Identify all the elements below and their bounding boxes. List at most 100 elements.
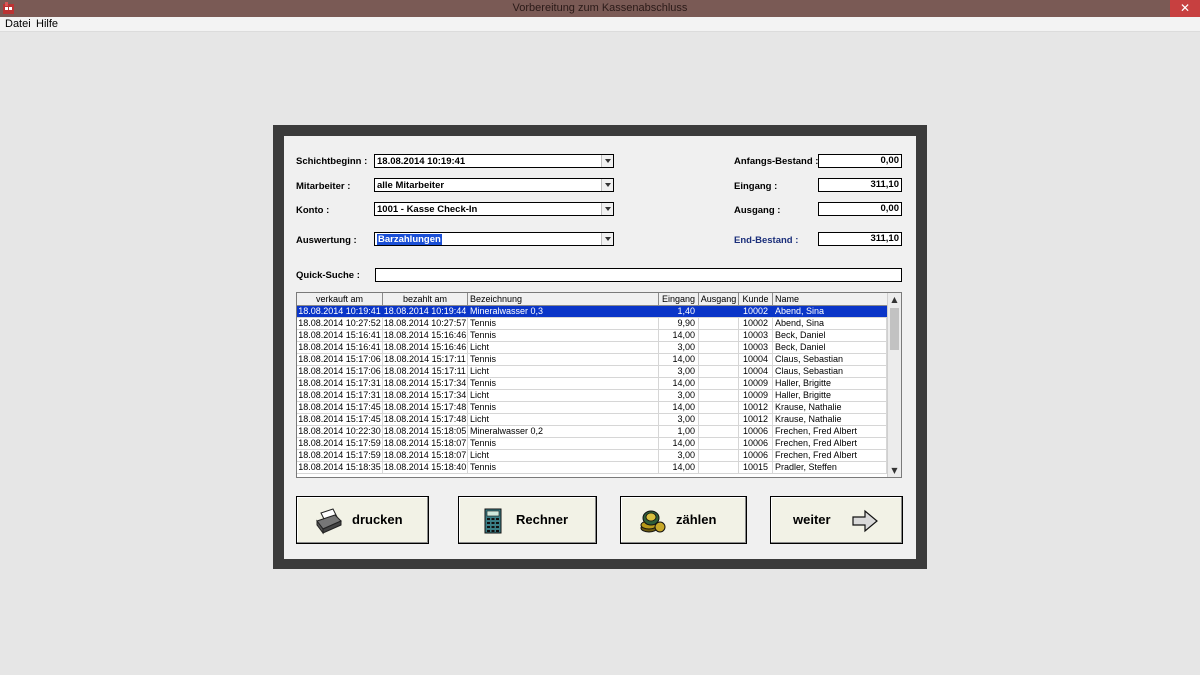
cell-verkauft-am: 18.08.2014 15:16:41 (297, 342, 383, 353)
next-button[interactable]: weiter (770, 496, 903, 544)
arrow-right-icon (852, 509, 878, 533)
cell-kunde: 10009 (739, 390, 773, 401)
cell-eingang: 14,00 (659, 462, 699, 473)
scroll-up-icon[interactable]: ▲ (888, 293, 901, 306)
cell-ausgang (699, 414, 739, 425)
print-button[interactable]: drucken (296, 496, 429, 544)
table-row[interactable]: 18.08.2014 15:17:06 18.08.2014 15:17:11 Li… (297, 366, 887, 378)
cell-name: Abend, Sina (773, 306, 887, 317)
cell-bezeichnung: Tennis (468, 318, 659, 329)
cell-bezeichnung: Licht (468, 414, 659, 425)
cell-verkauft-am: 18.08.2014 15:17:59 (297, 438, 383, 449)
cell-kunde: 10012 (739, 402, 773, 413)
cell-verkauft-am: 18.08.2014 15:17:45 (297, 402, 383, 413)
scroll-thumb[interactable] (890, 308, 899, 350)
table-row[interactable]: 18.08.2014 10:19:41 18.08.2014 10:19:44 Mi… (297, 306, 887, 318)
anfangs-bestand-value: 0,00 (818, 154, 902, 168)
ausgang-label: Ausgang : (734, 205, 781, 216)
table-row[interactable]: 18.08.2014 15:17:59 18.08.2014 15:18:07 Te… (297, 438, 887, 450)
table-row[interactable]: 18.08.2014 15:17:59 18.08.2014 15:18:07 Li… (297, 450, 887, 462)
cell-verkauft-am: 18.08.2014 15:18:35 (297, 462, 383, 473)
close-button[interactable]: ✕ (1170, 0, 1200, 17)
count-button[interactable]: zählen (620, 496, 747, 544)
cell-bezeichnung: Tennis (468, 330, 659, 341)
window-title: Vorbereitung zum Kassenabschluss (512, 2, 688, 14)
cell-verkauft-am: 18.08.2014 15:17:45 (297, 414, 383, 425)
cell-bezahlt-am: 18.08.2014 15:17:11 (383, 354, 468, 365)
cell-kunde: 10002 (739, 318, 773, 329)
cell-bezahlt-am: 18.08.2014 15:18:40 (383, 462, 468, 473)
cell-eingang: 3,00 (659, 390, 699, 401)
konto-value: 1001 - Kasse Check-In (377, 204, 478, 215)
count-label: zählen (676, 512, 717, 527)
cell-name: Abend, Sina (773, 318, 887, 329)
table-row[interactable]: 18.08.2014 15:18:35 18.08.2014 15:18:40 Te… (297, 462, 887, 474)
cell-bezahlt-am: 18.08.2014 15:17:11 (383, 366, 468, 377)
table-scrollbar[interactable]: ▲ ▼ (887, 293, 901, 477)
col-eingang[interactable]: Eingang (659, 293, 699, 305)
table-row[interactable]: 18.08.2014 15:17:45 18.08.2014 15:17:48 Li… (297, 414, 887, 426)
cell-bezeichnung: Licht (468, 366, 659, 377)
cell-bezeichnung: Licht (468, 390, 659, 401)
cell-eingang: 3,00 (659, 366, 699, 377)
cell-ausgang (699, 462, 739, 473)
cell-ausgang (699, 318, 739, 329)
cell-bezahlt-am: 18.08.2014 15:16:46 (383, 330, 468, 341)
quick-suche-input[interactable] (375, 268, 902, 282)
chevron-down-icon[interactable] (601, 233, 613, 245)
cell-eingang: 3,00 (659, 414, 699, 425)
cell-bezahlt-am: 18.08.2014 15:18:07 (383, 450, 468, 461)
calculator-label: Rechner (516, 512, 569, 527)
mitarbeiter-select[interactable]: alle Mitarbeiter (374, 178, 614, 192)
col-kunde[interactable]: Kunde (739, 293, 773, 305)
chevron-down-icon[interactable] (601, 179, 613, 191)
cell-kunde: 10004 (739, 354, 773, 365)
auswertung-select[interactable]: Barzahlungen (374, 232, 614, 246)
menu-hilfe[interactable]: Hilfe (36, 18, 58, 30)
schichtbeginn-value: 18.08.2014 10:19:41 (377, 156, 466, 167)
cell-name: Claus, Sebastian (773, 354, 887, 365)
cell-ausgang (699, 426, 739, 437)
next-label: weiter (793, 512, 831, 527)
menu-datei[interactable]: Datei (5, 18, 31, 30)
cell-eingang: 3,00 (659, 450, 699, 461)
table-row[interactable]: 18.08.2014 15:16:41 18.08.2014 15:16:46 Te… (297, 330, 887, 342)
cell-verkauft-am: 18.08.2014 15:17:06 (297, 354, 383, 365)
col-name[interactable]: Name (773, 293, 887, 305)
title-bar: Vorbereitung zum Kassenabschluss ✕ (0, 0, 1200, 17)
cell-bezeichnung: Licht (468, 342, 659, 353)
calculator-button[interactable]: Rechner (458, 496, 597, 544)
table-row[interactable]: 18.08.2014 10:27:52 18.08.2014 10:27:57 Te… (297, 318, 887, 330)
table-row[interactable]: 18.08.2014 15:17:06 18.08.2014 15:17:11 Te… (297, 354, 887, 366)
cell-ausgang (699, 450, 739, 461)
auswertung-value: Barzahlungen (377, 234, 442, 245)
chevron-down-icon[interactable] (601, 203, 613, 215)
cell-ausgang (699, 438, 739, 449)
calculator-icon (484, 508, 502, 534)
cell-verkauft-am: 18.08.2014 15:17:59 (297, 450, 383, 461)
table-row[interactable]: 18.08.2014 15:17:31 18.08.2014 15:17:34 Li… (297, 390, 887, 402)
table-row[interactable]: 18.08.2014 15:16:41 18.08.2014 15:16:46 Li… (297, 342, 887, 354)
end-bestand-label: End-Bestand : (734, 235, 799, 246)
table-row[interactable]: 18.08.2014 15:17:31 18.08.2014 15:17:34 Te… (297, 378, 887, 390)
col-bezahlt-am[interactable]: bezahlt am (383, 293, 468, 305)
scroll-down-icon[interactable]: ▼ (888, 464, 901, 477)
col-verkauft-am[interactable]: verkauft am (297, 293, 383, 305)
col-ausgang[interactable]: Ausgang (699, 293, 739, 305)
cell-eingang: 14,00 (659, 354, 699, 365)
cell-kunde: 10003 (739, 342, 773, 353)
table-row[interactable]: 18.08.2014 15:17:45 18.08.2014 15:17:48 Te… (297, 402, 887, 414)
cell-verkauft-am: 18.08.2014 10:27:52 (297, 318, 383, 329)
cell-kunde: 10009 (739, 378, 773, 389)
table-header: verkauft am bezahlt am Bezeichnung Einga… (297, 293, 887, 306)
printer-icon (316, 508, 342, 535)
menu-bar: Datei Hilfe (0, 17, 1200, 32)
chevron-down-icon[interactable] (601, 155, 613, 167)
konto-select[interactable]: 1001 - Kasse Check-In (374, 202, 614, 216)
schichtbeginn-select[interactable]: 18.08.2014 10:19:41 (374, 154, 614, 168)
col-bezeichnung[interactable]: Bezeichnung (468, 293, 659, 305)
cell-eingang: 1,00 (659, 426, 699, 437)
table-row[interactable]: 18.08.2014 10:22:30 18.08.2014 15:18:05 Mi… (297, 426, 887, 438)
cell-verkauft-am: 18.08.2014 10:19:41 (297, 306, 383, 317)
cell-bezahlt-am: 18.08.2014 15:16:46 (383, 342, 468, 353)
